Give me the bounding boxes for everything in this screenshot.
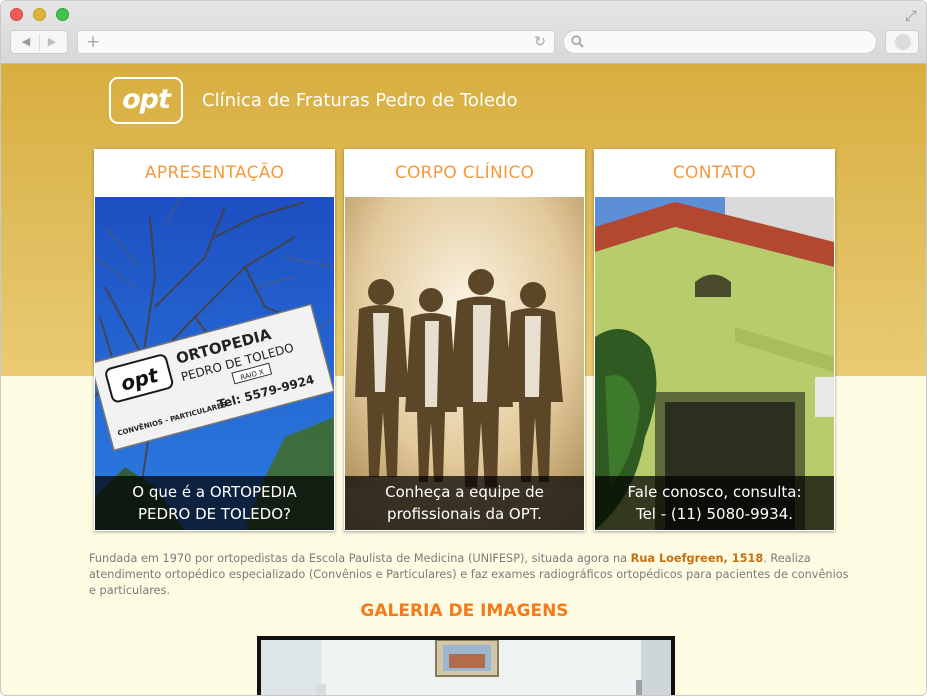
expand-icon[interactable]: ⤢ bbox=[903, 8, 919, 24]
extension-button[interactable] bbox=[885, 30, 919, 54]
caption-line: profissionais da OPT. bbox=[387, 505, 542, 523]
web-page: opt Clínica de Fraturas Pedro de Toledo … bbox=[1, 64, 926, 695]
gallery-title: GALERIA DE IMAGENS bbox=[360, 601, 569, 621]
back-arrow-icon[interactable]: ◀ bbox=[14, 34, 38, 50]
forward-arrow-icon[interactable]: ▶ bbox=[40, 34, 64, 50]
zoom-window-button[interactable] bbox=[56, 8, 69, 21]
card-contato[interactable]: CONTATO Fale conosco, consulta: Tel - (1… bbox=[594, 149, 835, 531]
intro-paragraph: Fundada em 1970 por ortopedistas da Esco… bbox=[89, 551, 849, 599]
browser-window: ⤢ ◀ ▶ + ↻ opt Clínica de Fraturas Pedro … bbox=[0, 0, 927, 696]
card-caption[interactable]: Fale conosco, consulta: Tel - (11) 5080-… bbox=[595, 476, 834, 530]
minimize-window-button[interactable] bbox=[33, 8, 46, 21]
address-bar[interactable]: + ↻ bbox=[77, 30, 555, 54]
card-caption[interactable]: Conheça a equipe de profissionais da OPT… bbox=[345, 476, 584, 530]
history-buttons: ◀ ▶ bbox=[10, 30, 68, 54]
gallery-photo bbox=[261, 640, 671, 695]
caption-line: Tel - (11) 5080-9934. bbox=[635, 505, 794, 523]
card-caption[interactable]: O que é a ORTOPEDIA PEDRO DE TOLEDO? bbox=[95, 476, 334, 530]
card-corpo-clinico[interactable]: CORPO CLÍNICO Conheça a equipe de profis… bbox=[344, 149, 585, 531]
card-heading[interactable]: CORPO CLÍNICO bbox=[344, 149, 585, 196]
caption-line: PEDRO DE TOLEDO? bbox=[138, 505, 291, 523]
search-icon bbox=[571, 35, 584, 48]
search-input[interactable] bbox=[563, 30, 877, 54]
card-heading[interactable]: CONTATO bbox=[594, 149, 835, 196]
intro-text-before: Fundada em 1970 por ortopedistas da Esco… bbox=[89, 552, 631, 565]
extension-icon bbox=[895, 34, 911, 50]
caption-line: Fale conosco, consulta: bbox=[627, 483, 802, 501]
card-heading[interactable]: APRESENTAÇÃO bbox=[94, 149, 335, 196]
browser-toolbar: ⤢ ◀ ▶ + ↻ bbox=[1, 1, 926, 64]
caption-line: O que é a ORTOPEDIA bbox=[132, 483, 297, 501]
card-apresentacao[interactable]: APRESENTAÇÃO opt ORTOPEDIA PEDRO DE TOLE… bbox=[94, 149, 335, 531]
site-logo[interactable]: opt bbox=[109, 77, 183, 124]
close-window-button[interactable] bbox=[10, 8, 23, 21]
gallery-image[interactable] bbox=[257, 636, 675, 695]
caption-line: Conheça a equipe de bbox=[385, 483, 544, 501]
reload-icon[interactable]: ↻ bbox=[534, 34, 546, 50]
site-title: Clínica de Fraturas Pedro de Toledo bbox=[202, 90, 518, 111]
address-link[interactable]: Rua Loefgreen, 1518 bbox=[631, 552, 764, 565]
plus-icon[interactable]: + bbox=[86, 31, 100, 53]
logo-text: opt bbox=[122, 84, 171, 115]
